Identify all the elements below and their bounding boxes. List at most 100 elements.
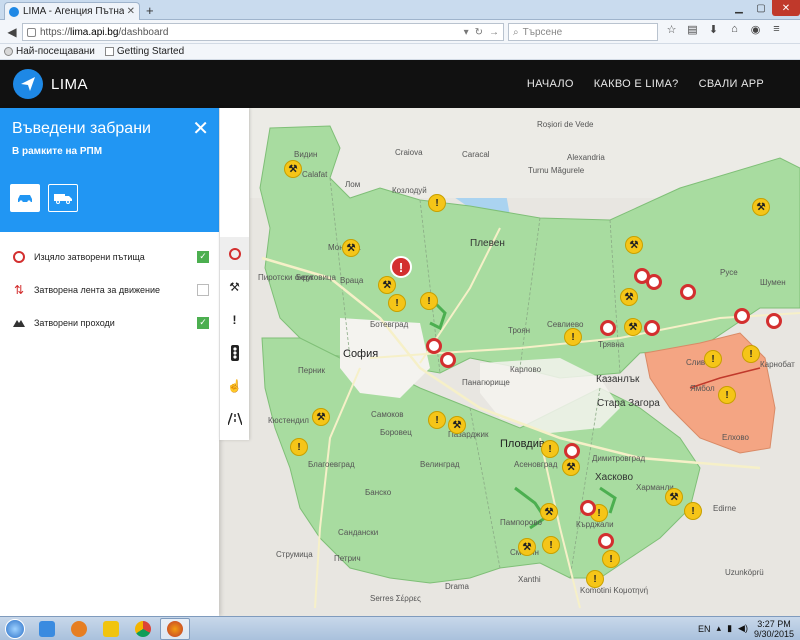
warning-marker[interactable]: ! (704, 350, 722, 368)
roadwork-icon: ⚒ (229, 279, 240, 294)
filter-checkbox[interactable]: ✓ (197, 316, 209, 329)
warning-marker[interactable]: ! (428, 194, 446, 212)
warning-marker[interactable]: ! (586, 570, 604, 588)
roadwork-marker[interactable]: ⚒ (625, 236, 643, 254)
closed-road-marker[interactable] (680, 284, 696, 300)
roadwork-marker[interactable]: ⚒ (518, 538, 536, 556)
truck-button[interactable] (48, 184, 78, 212)
closed-road-marker[interactable] (580, 500, 596, 516)
taskbar-chrome[interactable] (128, 618, 158, 640)
filter-closed-passes[interactable]: Затворени проходи ✓ (0, 306, 219, 339)
roadwork-marker[interactable]: ⚒ (540, 503, 558, 521)
roadwork-marker[interactable]: ⚒ (562, 458, 580, 476)
roadwork-marker[interactable]: ⚒ (284, 160, 302, 178)
roadwork-marker[interactable]: ⚒ (378, 276, 396, 294)
new-tab-icon[interactable]: + (146, 3, 154, 18)
back-icon[interactable]: ◀ (4, 24, 20, 40)
roadwork-marker[interactable]: ⚒ (448, 416, 466, 434)
home-icon[interactable]: ⌂ (727, 23, 742, 36)
filter-checkbox[interactable]: ✓ (197, 250, 209, 263)
closed-road-marker[interactable] (600, 320, 616, 336)
traffic-light-layer-button[interactable] (220, 336, 249, 369)
minimize-icon[interactable]: ▁ (728, 0, 750, 16)
map-label-vratsa: Враца (340, 276, 364, 285)
forward-icon[interactable]: → (489, 27, 499, 38)
language-indicator[interactable]: EN (698, 624, 711, 634)
downloads-icon[interactable]: ⬇ (706, 23, 721, 36)
taskbar-firefox[interactable] (160, 617, 190, 640)
roadwork-marker[interactable]: ⚒ (620, 288, 638, 306)
search-input[interactable]: ⌕ Търсене (508, 23, 658, 41)
mountain-pass-icon (12, 318, 26, 328)
roadwork-marker[interactable]: ⚒ (312, 408, 330, 426)
warning-marker[interactable]: ! (388, 294, 406, 312)
closed-road-marker[interactable] (766, 313, 782, 329)
closed-road-marker[interactable] (564, 443, 580, 459)
bookmark-star-icon[interactable]: ☆ (664, 23, 679, 36)
network-icon[interactable]: ▮ (727, 623, 732, 634)
road-layer-button[interactable] (220, 402, 249, 435)
closed-road-marker[interactable] (646, 274, 662, 290)
closed-road-marker[interactable] (440, 352, 456, 368)
closed-road-marker[interactable] (734, 308, 750, 324)
road-icon (227, 412, 242, 425)
dropdown-icon[interactable]: ▾ (464, 27, 469, 38)
close-tab-icon[interactable]: ✕ (127, 6, 135, 17)
warning-marker[interactable]: ! (290, 438, 308, 456)
closed-road-icon (228, 247, 241, 260)
roadwork-marker[interactable]: ⚒ (752, 198, 770, 216)
closed-road-layer-button[interactable] (220, 237, 249, 270)
close-icon[interactable]: ✕ (192, 116, 209, 141)
menu-icon[interactable]: ≡ (769, 23, 784, 36)
browser-tab[interactable]: LIMA - Агенция Пътна Ин... ✕ (4, 2, 140, 20)
closed-road-marker[interactable] (598, 533, 614, 549)
roadwork-marker[interactable]: ⚒ (342, 239, 360, 257)
close-window-icon[interactable]: ✕ (772, 0, 800, 16)
roadwork-layer-button[interactable]: ⚒ (220, 270, 249, 303)
roadwork-marker[interactable]: ⚒ (624, 318, 642, 336)
warning-marker[interactable]: ! (541, 440, 559, 458)
maximize-icon[interactable]: ▢ (750, 0, 772, 16)
reload-icon[interactable]: ↻ (475, 27, 483, 38)
danger-marker[interactable]: ! (390, 256, 412, 278)
tray-arrow-icon[interactable]: ▴ (717, 623, 722, 634)
filter-closed-lane[interactable]: ⇅ Затворена лента за движение (0, 273, 219, 306)
nav-about[interactable]: КАКВО Е LIMA? (594, 78, 679, 90)
warning-marker[interactable]: ! (564, 328, 582, 346)
taskbar-explorer[interactable] (96, 618, 126, 640)
volume-icon[interactable]: ◀) (738, 623, 748, 634)
warning-marker[interactable]: ! (428, 411, 446, 429)
warning-marker[interactable]: ! (684, 502, 702, 520)
warning-layer-button[interactable]: ! (220, 303, 249, 336)
search-icon: ⌕ (513, 26, 519, 38)
warning-marker[interactable]: ! (602, 550, 620, 568)
bookmark-label: Най-посещавани (16, 46, 95, 57)
filter-checkbox[interactable] (197, 283, 209, 296)
reading-list-icon[interactable]: ▤ (685, 23, 700, 36)
url-bar[interactable]: https://lima.api.bg/dashboard ▾ ↻ → (22, 23, 504, 41)
warning-marker[interactable]: ! (742, 345, 760, 363)
closed-road-marker[interactable] (426, 338, 442, 354)
roadwork-marker[interactable]: ⚒ (665, 488, 683, 506)
clock[interactable]: 3:27 PM 9/30/2015 (754, 619, 794, 639)
warning-marker[interactable]: ! (718, 386, 736, 404)
taskbar-media[interactable] (64, 618, 94, 640)
car-button[interactable] (10, 184, 40, 212)
warning-marker[interactable]: ! (542, 536, 560, 554)
brand-name[interactable]: LIMA (51, 76, 88, 93)
bookmark-getting-started[interactable]: Getting Started (104, 46, 184, 57)
start-button[interactable] (0, 618, 30, 640)
panel-header: Въведени забрани В рамките на РПМ ✕ (0, 108, 219, 232)
nav-download-app[interactable]: СВАЛИ APP (699, 78, 764, 90)
bookmark-most-visited[interactable]: Най-посещавани (4, 46, 95, 57)
map-label-craiova: Craiova (395, 148, 423, 157)
nav-home[interactable]: НАЧАЛО (527, 78, 574, 90)
lima-logo-icon[interactable] (13, 69, 43, 99)
warning-marker[interactable]: ! (420, 292, 438, 310)
taskbar-ie[interactable] (32, 618, 62, 640)
pointer-layer-button[interactable]: ☝ (220, 369, 249, 402)
filter-closed-roads[interactable]: Изцяло затворени пътища ✓ (0, 240, 219, 273)
chat-icon[interactable]: ◉ (748, 23, 763, 36)
closed-road-marker[interactable] (644, 320, 660, 336)
restrictions-panel: Въведени забрани В рамките на РПМ ✕ Изця… (0, 108, 219, 616)
